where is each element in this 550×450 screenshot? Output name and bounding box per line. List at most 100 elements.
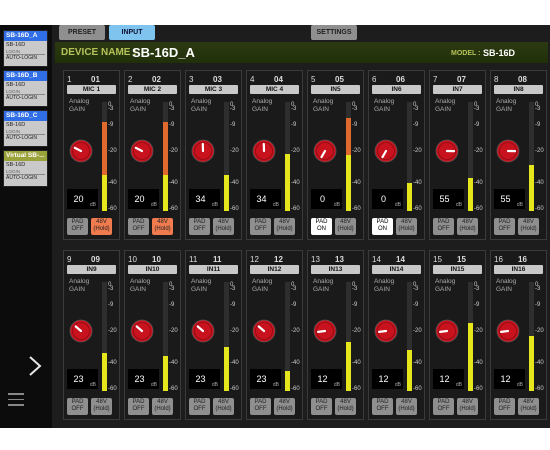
pad-button[interactable]: PAD OFF [189, 218, 210, 235]
gain-value-display[interactable]: 23 dB [250, 369, 281, 389]
gain-value-display[interactable]: 55 dB [494, 189, 525, 209]
phantom-48v-button[interactable]: 48V (Hold) [274, 218, 295, 235]
phantom-48v-button[interactable]: 48V (Hold) [152, 398, 173, 415]
channel-name[interactable]: IN11 [189, 265, 238, 274]
tab-input[interactable]: INPUT [109, 25, 155, 40]
phantom-48v-button[interactable]: 48V (Hold) [396, 218, 417, 235]
gain-value-display[interactable]: 23 dB [128, 369, 159, 389]
gain-value-display[interactable]: 55 dB [433, 189, 464, 209]
pad-button[interactable]: PAD OFF [494, 398, 515, 415]
chevron-right-icon[interactable] [28, 355, 42, 377]
channel-name[interactable]: IN13 [311, 265, 360, 274]
phantom-48v-button[interactable]: 48V (Hold) [457, 218, 478, 235]
gain-value-display[interactable]: 12 dB [433, 369, 464, 389]
gain-knob[interactable] [435, 139, 459, 163]
phantom-48v-button[interactable]: 48V (Hold) [518, 398, 539, 415]
device-card-model: SB-16D [6, 122, 26, 128]
channel-name[interactable]: IN9 [67, 265, 116, 274]
pad-button[interactable]: PAD OFF [128, 398, 149, 415]
device-card[interactable]: SB-16D_B SB-16D LOGIN AUTO-LOGIN [3, 70, 48, 107]
channel-name[interactable]: IN14 [372, 265, 421, 274]
pad-button[interactable]: PAD OFF [372, 398, 393, 415]
gain-knob[interactable] [130, 139, 154, 163]
phantom-48v-button[interactable]: 48V (Hold) [274, 398, 295, 415]
gain-value-display[interactable]: 0 dB [372, 189, 403, 209]
channel-name[interactable]: MIC 1 [67, 85, 116, 94]
phantom-48v-button[interactable]: 48V (Hold) [457, 398, 478, 415]
channel-name[interactable]: IN15 [433, 265, 482, 274]
device-card[interactable]: Virtual SB-... SB-16D LOGIN AUTO-LOGIN [3, 150, 48, 187]
pad-button[interactable]: PAD OFF [311, 398, 332, 415]
pad-button[interactable]: PAD OFF [67, 398, 88, 415]
channel-name[interactable]: IN7 [433, 85, 482, 94]
gain-knob[interactable] [130, 319, 154, 343]
phantom-48v-button[interactable]: 48V (Hold) [518, 218, 539, 235]
gain-knob[interactable] [191, 319, 215, 343]
device-card[interactable]: SB-16D_C SB-16D LOGIN AUTO-LOGIN [3, 110, 48, 147]
device-card[interactable]: SB-16D_A SB-16D LOGIN AUTO-LOGIN [3, 30, 48, 67]
channel-id: 04 [274, 75, 283, 84]
gain-knob[interactable] [496, 139, 520, 163]
channel-name[interactable]: MIC 3 [189, 85, 238, 94]
gain-knob[interactable] [313, 139, 337, 163]
gain-value-display[interactable]: 12 dB [494, 369, 525, 389]
meter-scale-tick: -20 [352, 148, 361, 154]
pad-button[interactable]: PAD OFF [67, 218, 88, 235]
phantom-48v-button[interactable]: 48V (Hold) [91, 398, 112, 415]
gain-value-display[interactable]: 23 dB [189, 369, 220, 389]
phantom-48v-button[interactable]: 48V (Hold) [213, 398, 234, 415]
gain-knob[interactable] [435, 319, 459, 343]
pad-button[interactable]: PAD ON [372, 218, 393, 235]
channel-strip: 2 02 MIC 2 Analog GAIN 0 -3 -9 -20 -40 -60 20 dB PAD O… [124, 70, 181, 240]
gain-value-display[interactable]: 23 dB [67, 369, 98, 389]
gain-knob[interactable] [252, 139, 276, 163]
gain-knob[interactable] [252, 319, 276, 343]
channel-number: 8 [494, 75, 499, 84]
phantom-48v-button[interactable]: 48V (Hold) [335, 398, 356, 415]
gain-knob[interactable] [69, 319, 93, 343]
gain-knob[interactable] [374, 319, 398, 343]
gain-knob[interactable] [69, 139, 93, 163]
pad-button[interactable]: PAD OFF [189, 398, 210, 415]
channel-name[interactable]: IN12 [250, 265, 299, 274]
phantom-48v-button[interactable]: 48V (Hold) [91, 218, 112, 235]
gain-knob[interactable] [191, 139, 215, 163]
gain-value-display[interactable]: 34 dB [189, 189, 220, 209]
phantom-48v-button[interactable]: 48V (Hold) [152, 218, 173, 235]
gain-value-display[interactable]: 20 dB [67, 189, 98, 209]
gain-value-display[interactable]: 12 dB [311, 369, 342, 389]
gain-knob[interactable] [374, 139, 398, 163]
channel-name[interactable]: IN8 [494, 85, 543, 94]
channel-name[interactable]: MIC 2 [128, 85, 177, 94]
meter-scale: 0 -3 -9 -20 -40 -60 [474, 102, 487, 212]
gain-value-display[interactable]: 0 dB [311, 189, 342, 209]
menu-icon[interactable] [8, 393, 24, 407]
gain-label-line2: GAIN [435, 286, 451, 293]
pad-button[interactable]: PAD OFF [250, 398, 271, 415]
gain-value-display[interactable]: 12 dB [372, 369, 403, 389]
pad-button[interactable]: PAD OFF [494, 218, 515, 235]
gain-unit: dB [516, 382, 523, 388]
pad-button[interactable]: PAD OFF [250, 218, 271, 235]
phantom-48v-button[interactable]: 48V (Hold) [213, 218, 234, 235]
tab-preset[interactable]: PRESET [59, 25, 105, 40]
gain-knob[interactable] [496, 319, 520, 343]
meter-scale-tick: -60 [291, 386, 300, 392]
gain-value-display[interactable]: 34 dB [250, 189, 281, 209]
gain-knob[interactable] [313, 319, 337, 343]
phantom-48v-button[interactable]: 48V (Hold) [335, 218, 356, 235]
channel-name[interactable]: IN16 [494, 265, 543, 274]
pad-button[interactable]: PAD OFF [433, 218, 454, 235]
channel-name[interactable]: IN10 [128, 265, 177, 274]
channel-number: 9 [67, 255, 72, 264]
meter-scale-tick: -3 [291, 286, 297, 292]
gain-value-display[interactable]: 20 dB [128, 189, 159, 209]
channel-name[interactable]: MIC 4 [250, 85, 299, 94]
channel-name[interactable]: IN5 [311, 85, 360, 94]
pad-button[interactable]: PAD OFF [433, 398, 454, 415]
tab-settings[interactable]: SETTINGS [311, 25, 357, 40]
pad-button[interactable]: PAD ON [311, 218, 332, 235]
channel-name[interactable]: IN6 [372, 85, 421, 94]
pad-button[interactable]: PAD OFF [128, 218, 149, 235]
phantom-48v-button[interactable]: 48V (Hold) [396, 398, 417, 415]
